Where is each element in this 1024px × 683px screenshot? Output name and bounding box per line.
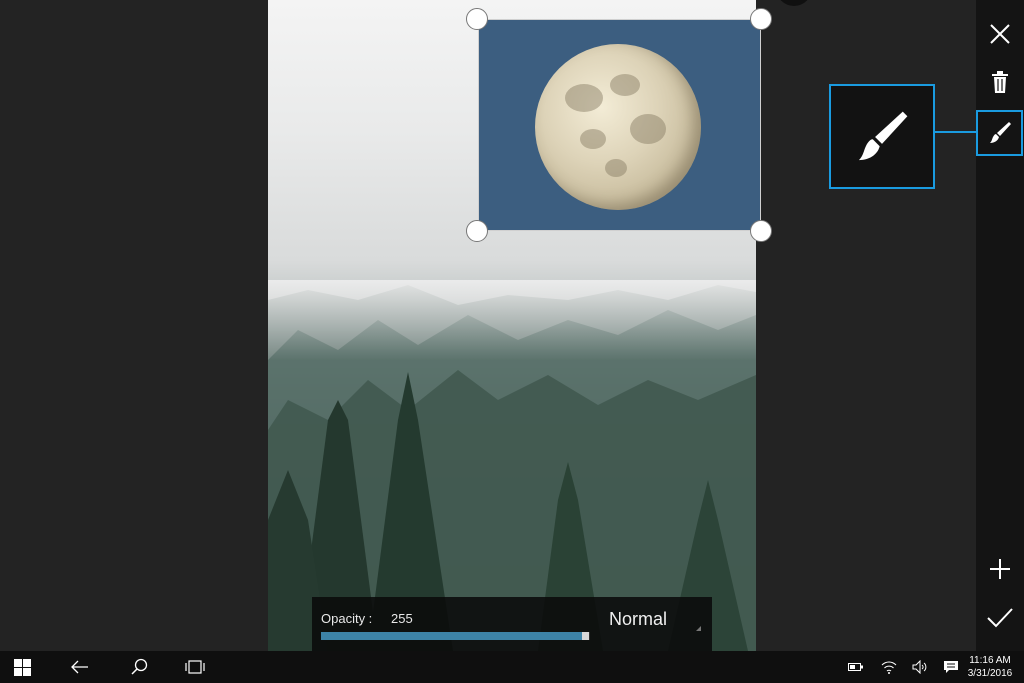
opacity-label: Opacity : bbox=[321, 611, 373, 626]
wifi-icon bbox=[881, 661, 897, 674]
moon-image bbox=[535, 44, 701, 210]
dropdown-caret-icon bbox=[696, 626, 701, 631]
opacity-slider-fill bbox=[321, 632, 582, 640]
volume-button[interactable] bbox=[910, 651, 930, 683]
plus-icon bbox=[990, 559, 1010, 579]
left-empty-area bbox=[0, 0, 268, 651]
wifi-button[interactable] bbox=[879, 651, 899, 683]
trash-icon bbox=[992, 71, 1008, 93]
action-center-button[interactable] bbox=[941, 651, 961, 683]
back-button[interactable] bbox=[68, 651, 92, 683]
opacity-slider[interactable] bbox=[321, 632, 590, 640]
task-view-icon bbox=[185, 660, 205, 674]
delete-button[interactable] bbox=[976, 62, 1024, 102]
resize-handle-top-right[interactable] bbox=[750, 8, 772, 30]
task-view-button[interactable] bbox=[183, 651, 207, 683]
brush-button[interactable] bbox=[976, 110, 1023, 156]
resize-handle-bottom-left[interactable] bbox=[466, 220, 488, 242]
windows-start-icon bbox=[13, 658, 31, 676]
search-button[interactable] bbox=[127, 651, 151, 683]
search-icon bbox=[131, 658, 148, 675]
taskbar-clock[interactable]: 11:16 AM 3/31/2016 bbox=[962, 654, 1018, 680]
clock-date: 3/31/2016 bbox=[967, 668, 1013, 679]
resize-handle-top-left[interactable] bbox=[466, 8, 488, 30]
brush-callout bbox=[829, 84, 935, 189]
brush-icon bbox=[858, 111, 908, 160]
back-icon bbox=[71, 660, 88, 674]
confirm-button[interactable] bbox=[976, 598, 1024, 638]
resize-handle-bottom-right[interactable] bbox=[750, 220, 772, 242]
clock-time: 11:16 AM bbox=[969, 655, 1011, 666]
brush-icon bbox=[989, 122, 1011, 143]
callout-connector bbox=[934, 131, 977, 133]
volume-icon bbox=[912, 660, 927, 674]
moon-sticker[interactable] bbox=[478, 19, 761, 231]
opacity-value: 255 bbox=[391, 611, 413, 626]
add-button[interactable] bbox=[976, 549, 1024, 589]
action-center-icon bbox=[944, 661, 958, 673]
check-icon bbox=[987, 608, 1013, 628]
opacity-slider-thumb[interactable] bbox=[582, 632, 589, 640]
blend-mode-dropdown[interactable]: Normal bbox=[609, 609, 667, 630]
opacity-panel: Opacity : 255 Normal bbox=[312, 597, 712, 651]
close-button[interactable] bbox=[976, 14, 1024, 54]
close-icon bbox=[990, 24, 1010, 44]
battery-icon bbox=[848, 663, 863, 671]
start-button[interactable] bbox=[10, 651, 34, 683]
battery-button[interactable] bbox=[846, 651, 866, 683]
taskbar bbox=[0, 651, 1024, 683]
